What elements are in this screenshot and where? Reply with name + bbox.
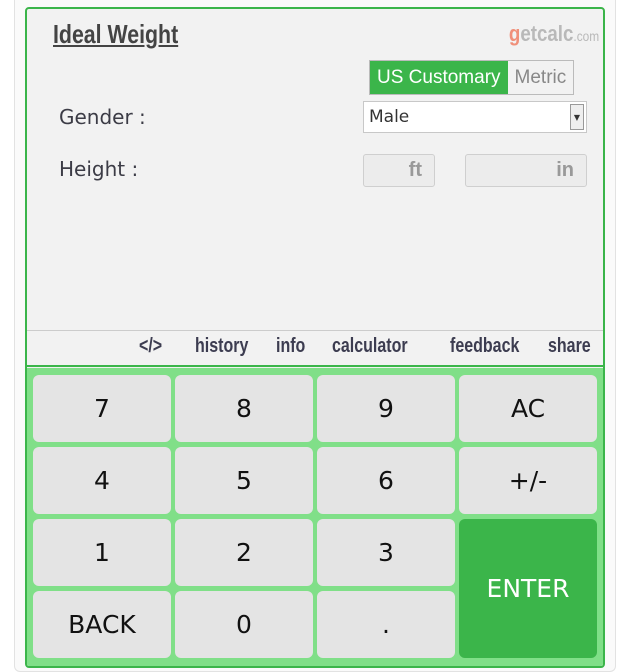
key-ac[interactable]: AC (459, 375, 597, 442)
footer-links: </> history info calculator feedback sha… (27, 330, 603, 367)
unit-toggle: US Customary Metric (369, 60, 575, 95)
key-plus-minus[interactable]: +/- (459, 447, 597, 514)
key-5[interactable]: 5 (175, 447, 313, 514)
height-label: Height : (59, 157, 139, 181)
feedback-link[interactable]: feedback (450, 335, 519, 358)
key-2[interactable]: 2 (175, 519, 313, 586)
metric-tab[interactable]: Metric (507, 61, 574, 94)
height-in-input[interactable]: in (465, 154, 587, 187)
getcalc-logo: getcalc.com (508, 21, 599, 46)
history-link[interactable]: history (195, 335, 248, 358)
key-dot[interactable]: . (317, 591, 455, 658)
gender-value: Male (369, 107, 410, 127)
height-ft-input[interactable]: ft (363, 154, 435, 187)
page-title: Ideal Weight (53, 19, 179, 49)
key-3[interactable]: 3 (317, 519, 455, 586)
info-link[interactable]: info (276, 335, 305, 358)
key-6[interactable]: 6 (317, 447, 455, 514)
calculator-link[interactable]: calculator (332, 335, 408, 358)
key-9[interactable]: 9 (317, 375, 455, 442)
key-enter[interactable]: ENTER (459, 519, 597, 658)
gender-select[interactable]: Male ▼ (363, 101, 587, 133)
keypad: 7 8 9 AC 4 5 6 +/- 1 2 3 ENTER BACK 0. (27, 368, 603, 666)
calculator-widget: Ideal Weight getcalc.com US Customary Me… (25, 7, 605, 668)
key-1[interactable]: 1 (33, 519, 171, 586)
key-4[interactable]: 4 (33, 447, 171, 514)
us-customary-tab[interactable]: US Customary (370, 61, 508, 94)
key-7[interactable]: 7 (33, 375, 171, 442)
embed-link[interactable]: </> (139, 335, 162, 358)
key-8[interactable]: 8 (175, 375, 313, 442)
chevron-down-icon[interactable]: ▼ (570, 104, 584, 130)
share-link[interactable]: share (548, 335, 591, 358)
key-0[interactable]: 0 (175, 591, 313, 658)
gender-label: Gender : (59, 105, 146, 129)
key-back[interactable]: BACK (33, 591, 171, 658)
